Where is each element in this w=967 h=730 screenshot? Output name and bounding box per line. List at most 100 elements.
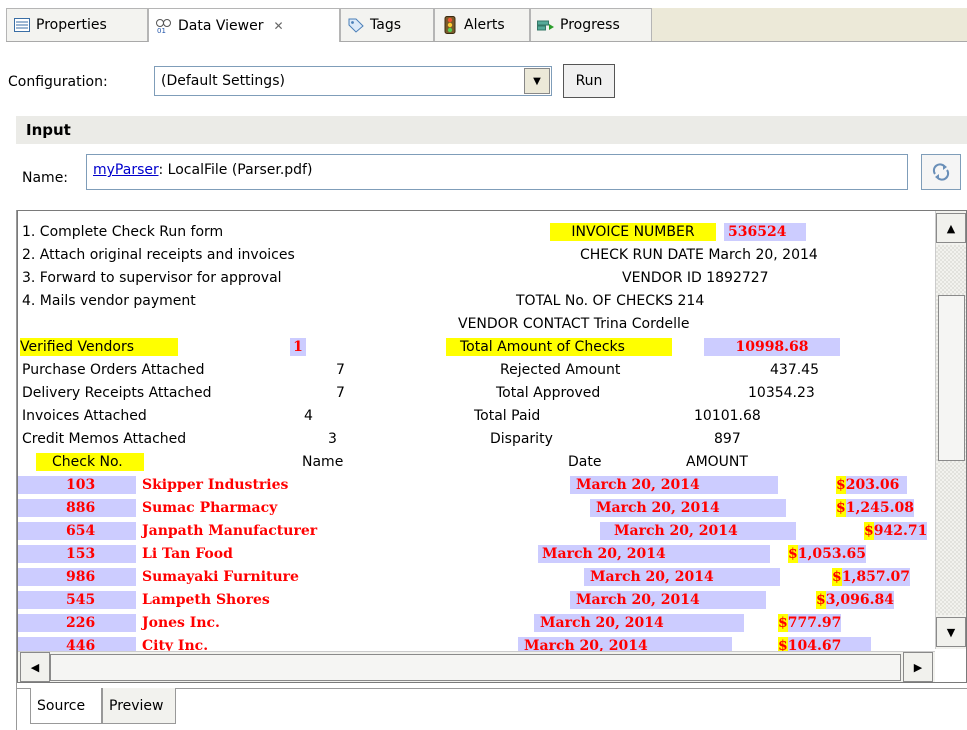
properties-icon: [13, 17, 31, 33]
row-name: Skipper Industries: [142, 477, 289, 493]
row-amount-value: 1,053.65: [797, 546, 866, 562]
svg-text:01: 01: [157, 27, 166, 34]
tab-label: Properties: [36, 17, 107, 33]
row-check-no: 226: [18, 614, 136, 632]
row-name: Sumac Pharmacy: [142, 500, 278, 516]
row-name: Sumayaki Furniture: [142, 569, 299, 585]
data-viewer-icon: 01: [155, 18, 173, 34]
column-header-date: Date: [568, 454, 602, 470]
stat-value-parsed: 10998.68: [704, 338, 840, 356]
row-amount-value: 777.97: [787, 615, 842, 631]
refresh-icon: [932, 163, 950, 181]
row-amount: $1,245.08: [836, 499, 914, 517]
row-amount: $1,857.07: [832, 568, 910, 586]
row-date: March 20, 2014: [590, 499, 786, 517]
tab-label: Data Viewer: [178, 17, 264, 34]
row-amount-value: 3,096.84: [825, 592, 894, 608]
row-date: March 20, 2014: [534, 614, 744, 632]
stat-label: Credit Memos Attached: [22, 431, 187, 447]
row-date: March 20, 2014: [600, 522, 796, 540]
chevron-down-icon[interactable]: ▼: [524, 68, 550, 94]
stat-value: 897: [714, 431, 741, 447]
tab-tags[interactable]: Tags: [340, 8, 434, 41]
row-check-no: 886: [18, 499, 136, 517]
tab-data-viewer[interactable]: 01 Data Viewer ✕: [148, 8, 340, 42]
source-text: : LocalFile (Parser.pdf): [158, 162, 313, 178]
column-header-check-no: Check No.: [36, 453, 144, 471]
view-tab-bar: Properties 01 Data Viewer ✕ Tags Alerts …: [6, 8, 967, 42]
row-check-no: 103: [18, 476, 136, 494]
row-date: March 20, 2014: [538, 545, 770, 563]
vendor-id: VENDOR ID 1892727: [622, 270, 769, 286]
instruction-line: 1. Complete Check Run form: [22, 224, 224, 240]
row-amount-value: 1,245.08: [845, 500, 914, 516]
tab-progress[interactable]: Progress: [530, 8, 652, 41]
close-icon[interactable]: ✕: [273, 19, 283, 33]
scroll-right-button[interactable]: ▶: [903, 652, 933, 682]
configuration-value: (Default Settings): [161, 73, 285, 89]
column-header-name: Name: [302, 454, 344, 470]
scroll-thumb[interactable]: [938, 295, 965, 461]
parser-link[interactable]: myParser: [93, 162, 159, 178]
stat-label-highlighted: Total Amount of Checks: [446, 338, 672, 356]
scroll-down-button[interactable]: ▼: [936, 617, 966, 647]
instruction-line: 4. Mails vendor payment: [22, 293, 196, 309]
configuration-select[interactable]: (Default Settings) ▼: [154, 66, 552, 96]
tab-label: Tags: [370, 17, 401, 33]
stat-value: 10354.23: [748, 385, 815, 401]
row-amount: $1,053.65: [788, 545, 866, 563]
instruction-line: 2. Attach original receipts and invoices: [22, 247, 295, 263]
stat-label: Invoices Attached: [22, 408, 147, 424]
invoice-number-value: 536524: [724, 223, 806, 241]
refresh-button[interactable]: [921, 154, 961, 190]
input-section-title: Input: [26, 121, 71, 139]
stat-value: 7: [336, 385, 345, 401]
stat-value: 7: [336, 362, 345, 378]
stat-value-parsed: 1: [290, 338, 306, 356]
horizontal-scrollbar[interactable]: ◀ ▶: [18, 651, 935, 682]
stat-label: Disparity: [490, 431, 553, 447]
tab-alerts[interactable]: Alerts: [434, 8, 530, 41]
row-amount: $3,096.84: [816, 591, 894, 609]
stat-value: 10101.68: [694, 408, 761, 424]
scroll-left-button[interactable]: ◀: [20, 652, 50, 682]
vendor-contact: VENDOR CONTACT Trina Cordelle: [458, 316, 690, 332]
name-label: Name:: [22, 170, 69, 186]
total-checks: TOTAL No. OF CHECKS 214: [516, 293, 705, 309]
instruction-line: 3. Forward to supervisor for approval: [22, 270, 282, 286]
progress-icon: [537, 17, 555, 33]
stat-label-highlighted: Verified Vendors: [20, 338, 178, 356]
stat-value: 437.45: [770, 362, 819, 378]
run-button[interactable]: Run: [563, 64, 615, 98]
row-amount: $203.06: [836, 476, 908, 494]
tag-icon: [347, 17, 365, 33]
stat-value: 3: [328, 431, 337, 447]
stat-label: Delivery Receipts Attached: [22, 385, 212, 401]
row-amount-value: 1,857.07: [841, 569, 910, 585]
row-check-no: 545: [18, 591, 136, 609]
stat-label: Total Approved: [496, 385, 601, 401]
tab-source[interactable]: Source: [30, 688, 102, 724]
row-name: Lampeth Shores: [142, 592, 270, 608]
stat-label: Rejected Amount: [500, 362, 621, 378]
stat-label: Purchase Orders Attached: [22, 362, 205, 378]
column-header-amount: AMOUNT: [686, 454, 748, 470]
configuration-label: Configuration:: [8, 74, 108, 90]
row-name: Li Tan Food: [142, 546, 233, 562]
scroll-thumb[interactable]: [50, 654, 901, 681]
vertical-scrollbar[interactable]: ▲ ▼: [935, 211, 966, 649]
tab-properties[interactable]: Properties: [6, 8, 148, 41]
row-check-no: 654: [18, 522, 136, 540]
stat-value: 4: [304, 408, 313, 424]
row-date: March 20, 2014: [570, 591, 766, 609]
document-viewer[interactable]: 1. Complete Check Run form 2. Attach ori…: [17, 210, 967, 683]
tab-label: Alerts: [464, 17, 505, 33]
row-amount: $942.71: [864, 522, 928, 540]
tab-preview[interactable]: Preview: [102, 688, 176, 724]
row-amount-value: 203.06: [845, 477, 900, 493]
stat-label: Total Paid: [474, 408, 541, 424]
tab-label: Progress: [560, 17, 620, 33]
scroll-up-button[interactable]: ▲: [936, 213, 966, 243]
invoice-number-label: INVOICE NUMBER: [550, 223, 716, 241]
name-field: myParser: LocalFile (Parser.pdf): [86, 154, 908, 190]
